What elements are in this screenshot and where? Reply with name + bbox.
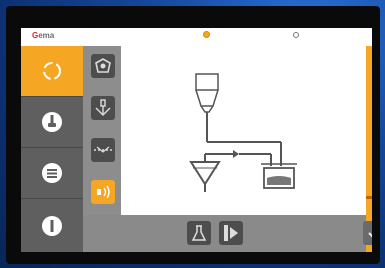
bottom-toolbar (83, 215, 372, 252)
gema-logo: Gema (32, 31, 55, 40)
vibrator-icon (97, 185, 110, 199)
flask-button[interactable] (187, 221, 211, 245)
confirm-button[interactable] (363, 221, 372, 245)
info-icon (42, 215, 62, 236)
sieve-icon (94, 146, 112, 153)
list-icon (42, 163, 62, 183)
refresh-icon[interactable] (293, 32, 299, 38)
play-icon (224, 225, 238, 241)
main-sidebar (21, 46, 83, 252)
sidebar-item-info[interactable] (21, 199, 83, 252)
sidebar-item-cycle[interactable] (21, 46, 83, 97)
top-status-bar: Gema (21, 28, 372, 46)
pump-icon (95, 58, 111, 73)
cycle-icon (43, 62, 61, 80)
screen: Gema (21, 28, 372, 252)
sub-navigation (83, 46, 121, 234)
sieve-triangle (189, 161, 221, 186)
subnav-vibrator-button[interactable] (91, 180, 115, 204)
hopper-shape (195, 73, 219, 91)
warning-circle-icon[interactable] (203, 31, 210, 38)
subnav-pump-button[interactable] (91, 54, 115, 78)
sidebar-item-list[interactable] (21, 148, 83, 199)
subnav-sieve-button[interactable] (91, 138, 115, 162)
right-strip-marker (366, 196, 372, 199)
flask-icon (191, 225, 207, 241)
play-button[interactable] (219, 221, 243, 245)
subnav-injector-button[interactable] (91, 96, 115, 120)
injector-icon (95, 99, 111, 116)
spray-gun-icon (42, 112, 62, 132)
main-content (121, 46, 366, 234)
sidebar-item-gun[interactable] (21, 97, 83, 148)
powder-flow-diagram (189, 73, 297, 192)
checkmark-icon (368, 232, 372, 238)
